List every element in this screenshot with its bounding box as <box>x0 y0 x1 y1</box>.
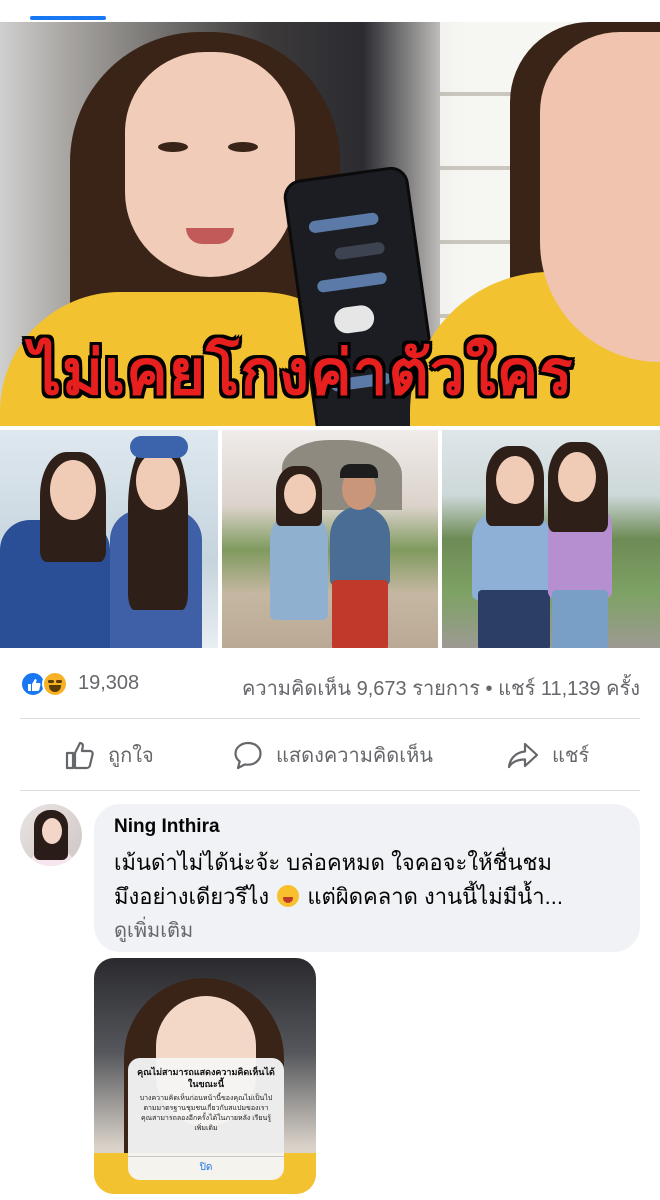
post-action-bar: ถูกใจ แสดงความคิดเห็น แชร์ <box>0 722 660 788</box>
photo-thumbnail[interactable] <box>0 430 218 648</box>
share-arrow-icon <box>507 742 539 769</box>
comment-attached-image[interactable]: คุณไม่สามารถแสดงความคิดเห็นได้ในขณะนี้ บ… <box>94 958 316 1194</box>
see-more-link[interactable]: ดูเพิ่มเติม <box>114 914 193 946</box>
active-tab-indicator <box>30 16 106 20</box>
dialog-title: คุณไม่สามารถแสดงความคิดเห็นได้ในขณะนี้ <box>137 1067 275 1089</box>
comment-text: เม้นด่าไม่ได้น่ะจ้ะ บล่อคหมด ใจคอจะให้ชื… <box>114 846 634 914</box>
cannot-comment-dialog: คุณไม่สามารถแสดงความคิดเห็นได้ในขณะนี้ บ… <box>128 1058 284 1180</box>
top-tab-bar <box>0 0 660 22</box>
comment-text-line2b: แต่ผิดคลาด งานนี้ไม่มีน้ำ... <box>307 884 563 909</box>
photo-thumbnail[interactable] <box>442 430 660 648</box>
dialog-body: บางความคิดเห็นก่อนหน้านี้ของคุณไม่เป็นไป… <box>139 1095 273 1132</box>
stats-divider <box>20 718 640 719</box>
comments-shares-count[interactable]: ความคิดเห็น 9,673 รายการ • แชร์ 11,139 ค… <box>242 672 640 704</box>
commenter-avatar[interactable] <box>20 804 82 866</box>
comment-bubble[interactable]: Ning Inthira เม้นด่าไม่ได้น่ะจ้ะ บล่อคหม… <box>94 804 640 952</box>
comment-label: แสดงความคิดเห็น <box>276 745 433 767</box>
actions-divider <box>20 790 640 791</box>
post-main-image[interactable]: ไม่เคยโกงค่าตัวใคร <box>0 22 660 426</box>
haha-icon <box>42 671 68 697</box>
hushed-face-emoji-icon <box>277 885 300 907</box>
comment-text-line1: เม้นด่าไม่ได้น่ะจ้ะ บล่อคหมด ใจคอจะให้ชื… <box>114 850 552 875</box>
comment-text-line2a: มึงอย่างเดียวรึไง <box>114 884 270 909</box>
reaction-icons[interactable] <box>20 671 72 697</box>
like-label: ถูกใจ <box>108 745 154 767</box>
photo-thumbnail[interactable] <box>222 430 438 648</box>
share-button[interactable]: แชร์ <box>506 736 589 774</box>
image-caption-text: ไม่เคยโกงค่าตัวใคร <box>30 339 574 408</box>
comment-bubble-icon <box>234 741 262 770</box>
share-label: แชร์ <box>552 745 590 767</box>
comment-author-name[interactable]: Ning Inthira <box>114 816 220 838</box>
reaction-count[interactable]: 19,308 <box>78 672 139 695</box>
post-stats-row: 19,308 ความคิดเห็น 9,673 รายการ • แชร์ 1… <box>0 660 660 708</box>
thumbs-up-icon <box>65 741 94 770</box>
dialog-close-button: ปิด <box>199 1162 213 1173</box>
comment-button[interactable]: แสดงความคิดเห็น <box>232 736 433 774</box>
like-button[interactable]: ถูกใจ <box>64 736 154 774</box>
post-image-grid <box>0 430 660 648</box>
